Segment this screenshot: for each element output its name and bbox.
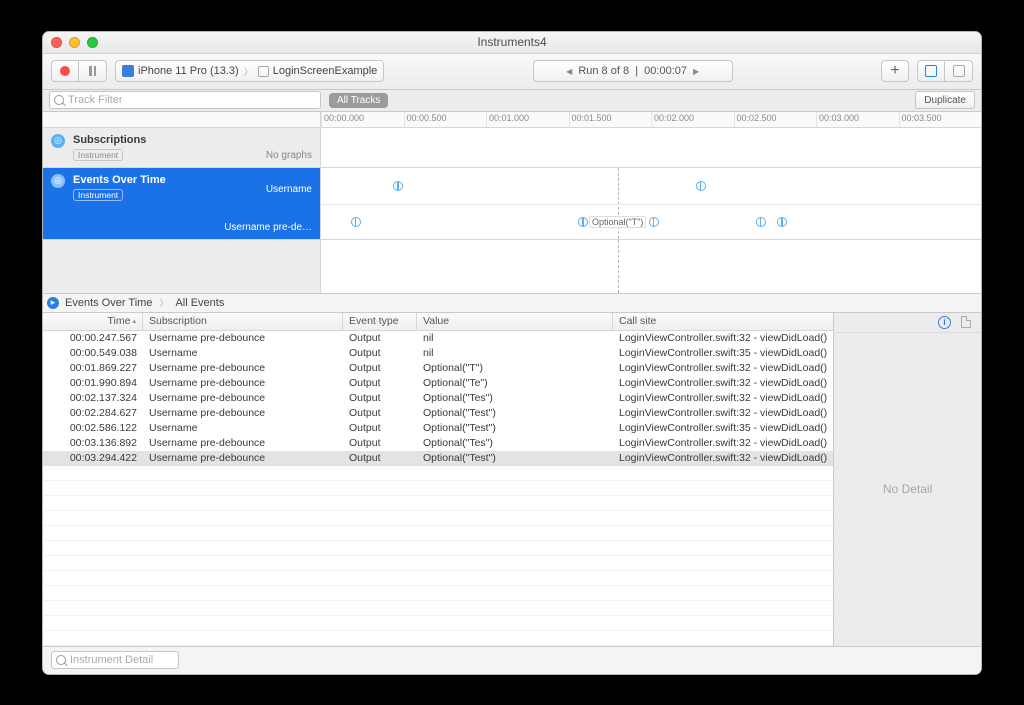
chevron-right-icon: 〉 — [244, 65, 253, 78]
no-graphs-label: No graphs — [266, 150, 312, 161]
lane-label-username: Username — [266, 184, 312, 195]
instrument-tag: Instrument — [73, 189, 123, 201]
table-row[interactable]: 00:03.294.422Username pre-debounceOutput… — [43, 451, 833, 466]
instruments-window: Instruments4 iPhone 11 Pro (13.3) 〉 Logi… — [42, 31, 982, 675]
table-row[interactable]: 00:01.869.227Username pre-debounceOutput… — [43, 361, 833, 376]
tracks-area: ◎ Subscriptions Instrument No graphs ◎ E… — [43, 128, 981, 240]
instrument-tag: Instrument — [73, 149, 123, 161]
track-name: Subscriptions — [73, 134, 312, 146]
side-header: i — [834, 313, 981, 333]
filter-row: Track Filter All Tracks Duplicate — [43, 90, 981, 112]
view-toggle-right[interactable] — [945, 60, 973, 82]
target-selector[interactable]: iPhone 11 Pro (13.3) 〉 LoginScreenExampl… — [115, 60, 384, 82]
timeline-ruler[interactable]: 00:00.00000:00.50000:01.00000:01.50000:0… — [43, 112, 981, 128]
info-icon[interactable]: i — [938, 316, 951, 329]
event-marker[interactable] — [578, 217, 588, 227]
track-filter-placeholder: Track Filter — [68, 94, 123, 106]
table-row[interactable]: 00:00.247.567Username pre-debounceOutput… — [43, 331, 833, 346]
detail-root-label[interactable]: Events Over Time — [65, 297, 152, 309]
track-events-over-time[interactable]: ◎ Events Over Time Instrument Username U… — [43, 168, 981, 240]
events-table: Time▴ Subscription Event type Value Call… — [43, 313, 834, 646]
no-detail-label: No Detail — [834, 333, 981, 646]
track-filter-input[interactable]: Track Filter — [49, 91, 321, 109]
event-marker[interactable] — [393, 181, 403, 191]
col-call-site[interactable]: Call site — [613, 313, 833, 330]
detail-breadcrumb: ▸ Events Over Time 〉 All Events — [43, 293, 981, 313]
device-icon — [122, 65, 134, 77]
file-icon[interactable] — [961, 316, 971, 328]
instrument-detail-placeholder: Instrument Detail — [70, 654, 153, 666]
col-event-type[interactable]: Event type — [343, 313, 417, 330]
bottom-panel: Time▴ Subscription Event type Value Call… — [43, 313, 981, 646]
col-subscription[interactable]: Subscription — [143, 313, 343, 330]
add-instrument-button[interactable]: + — [881, 60, 909, 82]
record-button[interactable] — [51, 60, 79, 82]
next-run-icon[interactable]: ▶ — [693, 67, 699, 76]
table-row[interactable]: 00:02.137.324Username pre-debounceOutput… — [43, 391, 833, 406]
device-label: iPhone 11 Pro (13.3) — [138, 65, 239, 77]
process-label: LoginScreenExample — [273, 65, 378, 77]
window-title: Instruments4 — [43, 35, 981, 49]
titlebar: Instruments4 — [43, 32, 981, 54]
empty-tracks-area — [43, 240, 981, 293]
col-time[interactable]: Time▴ — [43, 313, 143, 330]
detail-leaf-label[interactable]: All Events — [175, 297, 224, 309]
instrument-detail-input[interactable]: Instrument Detail — [51, 651, 179, 669]
search-icon — [56, 655, 66, 665]
table-row[interactable]: 00:02.284.627Username pre-debounceOutput… — [43, 406, 833, 421]
footer-bar: Instrument Detail — [43, 646, 981, 674]
table-header: Time▴ Subscription Event type Value Call… — [43, 313, 833, 331]
lane-label-username-predebounce: Username pre-de… — [224, 222, 312, 233]
event-marker-label: Optional("T") — [589, 216, 646, 228]
table-row[interactable]: 00:00.549.038UsernameOutputnilLoginViewC… — [43, 346, 833, 361]
prev-run-icon[interactable]: ◀ — [566, 67, 572, 76]
track-subscriptions[interactable]: ◎ Subscriptions Instrument No graphs — [43, 128, 981, 168]
table-row[interactable]: 00:02.586.122UsernameOutputOptional("Tes… — [43, 421, 833, 436]
chevron-right-icon: 〉 — [159, 296, 168, 309]
process-icon — [258, 66, 269, 77]
event-marker[interactable] — [696, 181, 706, 191]
table-row[interactable]: 00:01.990.894Username pre-debounceOutput… — [43, 376, 833, 391]
duplicate-button[interactable]: Duplicate — [915, 91, 975, 109]
timeline-lane[interactable]: Optional("T") — [321, 168, 981, 239]
event-marker[interactable] — [649, 217, 659, 227]
all-tracks-chip[interactable]: All Tracks — [329, 93, 388, 108]
run-selector[interactable]: ◀ Run 8 of 8 | 00:00:07 ▶ — [533, 60, 733, 82]
toolbar: iPhone 11 Pro (13.3) 〉 LoginScreenExampl… — [43, 54, 981, 90]
event-marker[interactable] — [351, 217, 361, 227]
col-value[interactable]: Value — [417, 313, 613, 330]
track-icon: ◎ — [51, 134, 65, 148]
event-marker[interactable] — [777, 217, 787, 227]
detail-root-icon[interactable]: ▸ — [47, 297, 59, 309]
view-toggle-left[interactable] — [917, 60, 945, 82]
search-icon — [54, 95, 64, 105]
pause-button[interactable] — [79, 60, 107, 82]
detail-side-panel: i No Detail — [834, 313, 981, 646]
event-marker[interactable] — [756, 217, 766, 227]
run-label: Run 8 of 8 | 00:00:07 — [578, 65, 687, 77]
table-row[interactable]: 00:03.136.892Username pre-debounceOutput… — [43, 436, 833, 451]
track-icon: ◎ — [51, 174, 65, 188]
